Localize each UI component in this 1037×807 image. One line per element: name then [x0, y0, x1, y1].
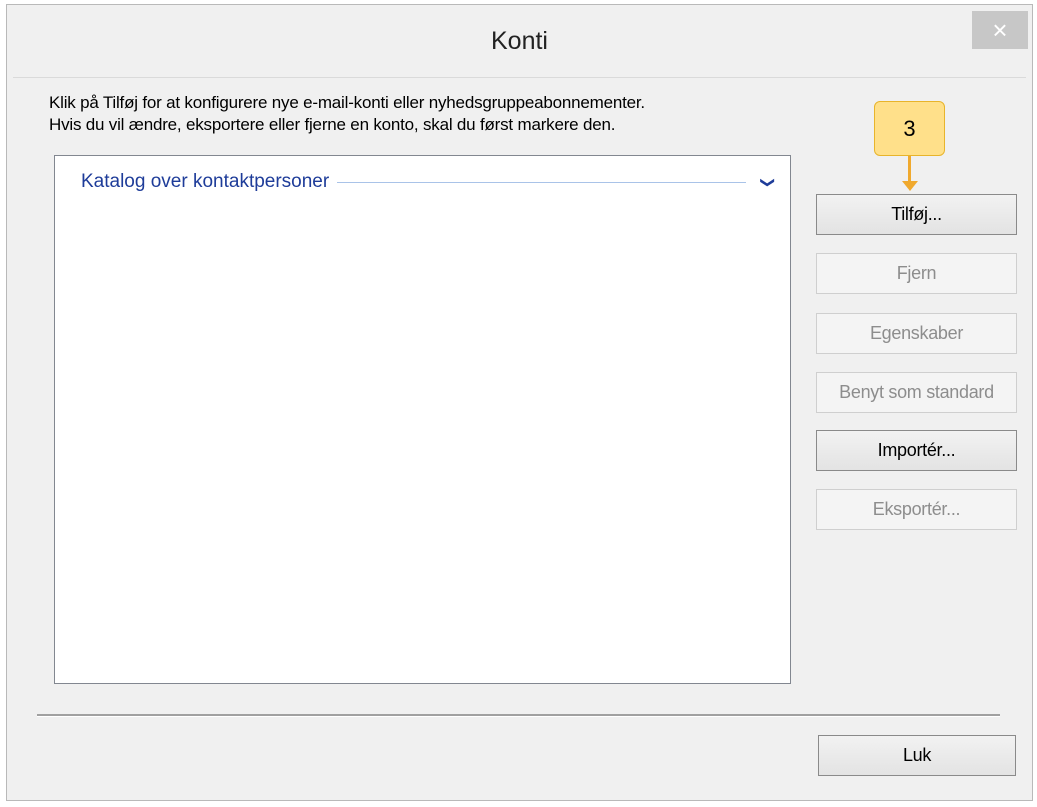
callout-arrow-line [908, 156, 911, 183]
close-icon: × [992, 14, 1008, 45]
instructions-text: Klik på Tilføj for at konfigurere nye e-… [49, 92, 645, 136]
import-button[interactable]: Importér... [816, 430, 1017, 471]
add-button[interactable]: Tilføj... [816, 194, 1017, 235]
chevron-down-icon[interactable]: ❯ [760, 176, 777, 188]
export-button[interactable]: Eksportér... [816, 489, 1017, 530]
properties-button[interactable]: Egenskaber [816, 313, 1017, 354]
group-header-contacts[interactable]: Katalog over kontaktpersoner ❯ [81, 170, 777, 194]
group-header-title: Katalog over kontaktpersoner [81, 171, 330, 192]
instructions-line-1: Klik på Tilføj for at konfigurere nye e-… [49, 93, 645, 112]
close-button[interactable]: Luk [818, 735, 1016, 776]
dialog-title: Konti [491, 27, 548, 55]
remove-button[interactable]: Fjern [816, 253, 1017, 294]
accounts-list[interactable]: Katalog over kontaktpersoner ❯ [54, 155, 791, 684]
close-window-button[interactable]: × [972, 11, 1028, 49]
step-callout: 3 [874, 101, 945, 156]
separator-line [37, 714, 1000, 717]
instructions-line-2: Hvis du vil ændre, eksportere eller fjer… [49, 115, 616, 134]
arrow-down-icon [902, 181, 918, 191]
group-header-divider [337, 181, 747, 183]
title-bar: Konti × [7, 5, 1032, 77]
set-default-button[interactable]: Benyt som standard [816, 372, 1017, 413]
